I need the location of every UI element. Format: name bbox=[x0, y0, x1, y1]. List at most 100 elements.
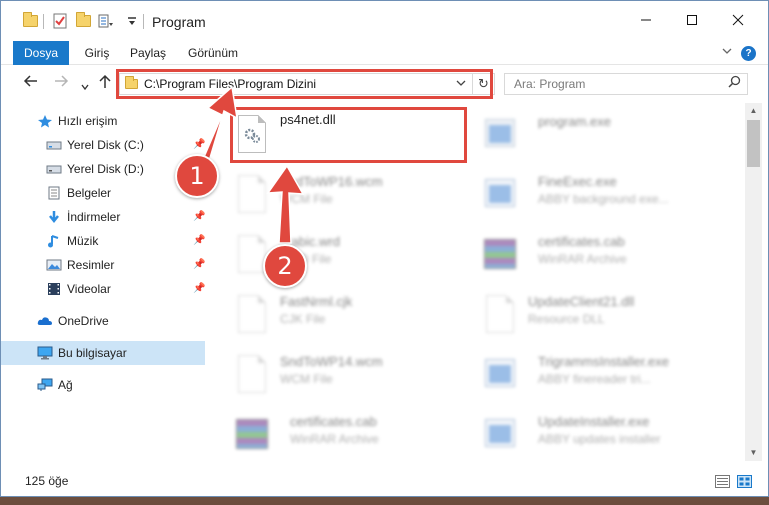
file-name: UpdateInstaller.exe bbox=[538, 414, 650, 429]
file-item-program-exe[interactable]: program.exe bbox=[483, 111, 733, 163]
minimize-button[interactable] bbox=[623, 1, 669, 39]
status-bar: 125 öğe bbox=[1, 467, 768, 495]
sidebar-item-network[interactable]: Ağ bbox=[1, 373, 205, 397]
sidebar-item-pictures[interactable]: Resimler 📌 bbox=[1, 253, 205, 277]
recent-locations-icon[interactable] bbox=[80, 78, 90, 95]
search-icon[interactable] bbox=[728, 75, 741, 91]
ribbon-tabs: Dosya Giriş Paylaş Görünüm ? bbox=[1, 41, 768, 65]
video-icon bbox=[46, 282, 62, 296]
file-item[interactable]: UpdateClient21.dll Resource DLL bbox=[483, 291, 733, 343]
chevron-down-icon[interactable] bbox=[123, 12, 141, 30]
pin-icon[interactable]: 📌 bbox=[193, 283, 205, 294]
file-item[interactable]: SndToWP14.wcm WCM File bbox=[235, 351, 485, 403]
new-folder-icon[interactable] bbox=[74, 12, 92, 30]
file-type: WCM File bbox=[280, 192, 333, 206]
network-icon bbox=[37, 378, 53, 392]
pin-icon[interactable]: 📌 bbox=[193, 139, 205, 150]
file-name: program.exe bbox=[538, 114, 611, 129]
cloud-icon bbox=[37, 314, 53, 328]
file-name: SndToWP14.wcm bbox=[280, 354, 383, 369]
customize-toolbar-icon[interactable] bbox=[97, 12, 115, 30]
file-name: SndToWP16.wcm bbox=[280, 174, 383, 189]
tab-dosya[interactable]: Dosya bbox=[13, 41, 69, 65]
sidebar-item-label: OneDrive bbox=[58, 314, 109, 328]
back-arrow-icon[interactable] bbox=[23, 74, 39, 92]
help-icon[interactable]: ? bbox=[741, 46, 756, 61]
file-type: CJK File bbox=[280, 312, 326, 326]
tab-paylas[interactable]: Paylaş bbox=[125, 41, 171, 65]
file-item[interactable]: FineExec.exe ABBY background exe... bbox=[483, 171, 733, 223]
sidebar-item-label: Yerel Disk (C:) bbox=[67, 138, 144, 152]
file-type: WCM File bbox=[280, 372, 333, 386]
exe-icon bbox=[483, 173, 517, 215]
properties-icon[interactable] bbox=[51, 12, 69, 30]
sidebar-item-documents[interactable]: Belgeler 📌 bbox=[1, 181, 205, 205]
search-input[interactable]: Ara: Program bbox=[504, 73, 748, 95]
scroll-up-icon[interactable]: ▲ bbox=[745, 103, 762, 119]
details-view-icon[interactable] bbox=[715, 475, 730, 488]
file-item[interactable]: TrigrammsInstaller.exe ABBY finereader t… bbox=[483, 351, 733, 403]
file-item[interactable]: certificates.cab WinRAR Archive bbox=[483, 231, 733, 283]
exe-icon bbox=[483, 113, 517, 155]
file-type: WinRAR Archive bbox=[290, 432, 379, 446]
sidebar-item-label: Bu bilgisayar bbox=[58, 346, 127, 360]
sidebar-item-onedrive[interactable]: OneDrive bbox=[1, 309, 205, 333]
file-type: WinRAR Archive bbox=[538, 252, 627, 266]
sidebar-item-label: Yerel Disk (D:) bbox=[67, 162, 144, 176]
sidebar-item-this-pc[interactable]: Bu bilgisayar bbox=[1, 341, 205, 365]
file-type: ABBY updates installer bbox=[538, 432, 661, 446]
pin-icon[interactable]: 📌 bbox=[193, 211, 205, 222]
file-icon bbox=[235, 353, 269, 395]
file-icon bbox=[235, 293, 269, 335]
sidebar-item-label: Resimler bbox=[67, 258, 115, 272]
toolbar-divider bbox=[143, 14, 144, 29]
sidebar-item-quick-access[interactable]: Hızlı erişim bbox=[1, 109, 205, 133]
scroll-down-icon[interactable]: ▼ bbox=[745, 445, 762, 461]
maximize-button[interactable] bbox=[669, 1, 715, 39]
rar-icon bbox=[483, 233, 517, 275]
download-icon bbox=[46, 210, 62, 224]
toolbar-divider bbox=[43, 14, 44, 29]
forward-arrow-icon[interactable] bbox=[53, 74, 69, 92]
sidebar-item-music[interactable]: Müzik 📌 bbox=[1, 229, 205, 253]
tab-gorunum[interactable]: Görünüm bbox=[181, 41, 245, 65]
sidebar-item-label: Ağ bbox=[58, 378, 73, 392]
music-icon bbox=[46, 234, 62, 248]
file-name: FineExec.exe bbox=[538, 174, 617, 189]
file-icon bbox=[235, 173, 269, 215]
scroll-thumb[interactable] bbox=[747, 120, 760, 167]
file-name: TrigrammsInstaller.exe bbox=[538, 354, 669, 369]
file-item[interactable]: certificates.cab WinRAR Archive bbox=[235, 411, 485, 461]
close-button[interactable] bbox=[715, 1, 761, 39]
file-item[interactable]: SndToWP16.wcm WCM File bbox=[235, 171, 485, 223]
sidebar-item-downloads[interactable]: İndirmeler 📌 bbox=[1, 205, 205, 229]
sidebar-item-label: Belgeler bbox=[67, 186, 112, 200]
file-item[interactable]: FastNrml.cjk CJK File bbox=[235, 291, 485, 343]
tab-giris[interactable]: Giriş bbox=[75, 41, 119, 65]
pin-icon[interactable]: 📌 bbox=[193, 235, 205, 246]
expand-ribbon-icon[interactable] bbox=[721, 45, 733, 60]
file-item[interactable]: UpdateInstaller.exe ABBY updates install… bbox=[483, 411, 733, 461]
sidebar-item-label: Müzik bbox=[67, 234, 99, 248]
title-bar: Program bbox=[1, 1, 768, 41]
dll-icon bbox=[483, 293, 517, 335]
vertical-scrollbar[interactable]: ▲ ▼ bbox=[745, 103, 762, 461]
exe-icon bbox=[483, 413, 517, 455]
file-name: FastNrml.cjk bbox=[280, 294, 353, 309]
large-icons-view-icon[interactable] bbox=[737, 475, 752, 488]
address-highlight-box bbox=[116, 69, 493, 99]
file-name: certificates.cab bbox=[290, 414, 377, 429]
pin-icon[interactable]: 📌 bbox=[193, 259, 205, 270]
up-arrow-icon[interactable] bbox=[98, 74, 112, 94]
sidebar-item-label: İndirmeler bbox=[67, 210, 121, 224]
sidebar-item-videos[interactable]: Videolar 📌 bbox=[1, 277, 205, 301]
documents-icon bbox=[46, 186, 62, 200]
drive-icon bbox=[46, 162, 62, 176]
computer-icon bbox=[37, 346, 53, 360]
sidebar-item-label: Hızlı erişim bbox=[58, 114, 118, 128]
file-highlight-box bbox=[230, 107, 467, 163]
window-title: Program bbox=[152, 14, 206, 30]
sidebar-item-local-disk-c[interactable]: Yerel Disk (C:) 📌 bbox=[1, 133, 205, 157]
folder-icon bbox=[21, 12, 39, 30]
file-name: certificates.cab bbox=[538, 234, 625, 249]
